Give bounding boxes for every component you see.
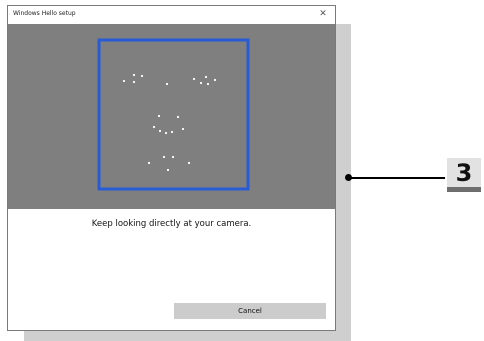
windows-hello-dialog: Windows Hello setup ✕ Keep looking direc… [7,5,336,331]
close-icon[interactable]: ✕ [317,8,329,20]
step-number-badge: 3 [447,158,481,192]
title-bar: Windows Hello setup ✕ [8,6,335,24]
window-title: Windows Hello setup [13,10,76,17]
callout-line [349,177,445,179]
face-tracking-overlay [97,38,250,191]
instruction-message: Keep looking directly at your camera. [91,219,252,229]
page: Windows Hello setup ✕ Keep looking direc… [0,0,484,341]
face-frame [97,38,250,191]
cancel-button[interactable]: Cancel [174,303,326,319]
camera-preview [8,24,335,209]
face-landmark-points [122,73,217,172]
